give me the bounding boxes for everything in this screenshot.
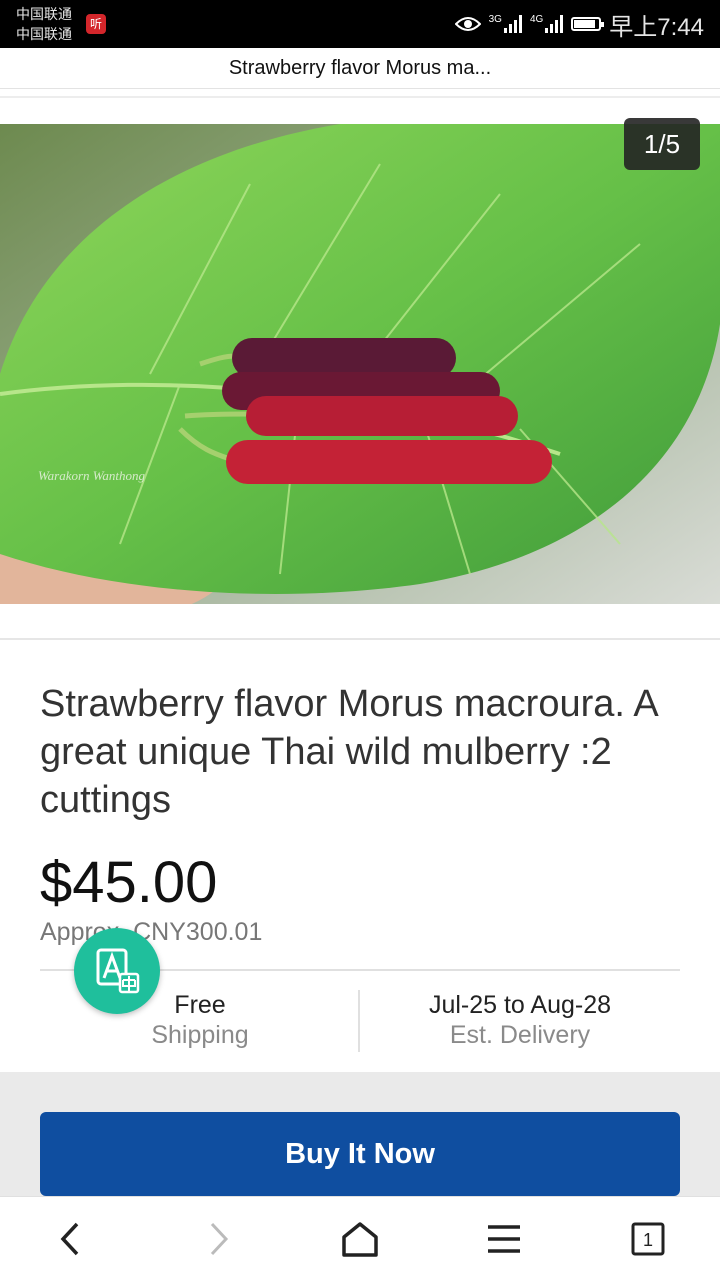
- signal-icon-2: 4G: [529, 14, 564, 33]
- delivery-info: Jul-25 to Aug-28 Est. Delivery: [360, 990, 680, 1050]
- photo-watermark: Warakorn Wanthong: [38, 468, 146, 483]
- translate-icon: [96, 948, 140, 994]
- status-icons: 3G 4G 早上7:44: [454, 8, 704, 41]
- browser-nav-bar: 1: [0, 1196, 720, 1281]
- carrier-label-1: 中国联通: [16, 6, 72, 22]
- divider: [0, 96, 720, 98]
- approx-price: Approx. CNY300.01: [40, 918, 263, 946]
- eye-icon: [454, 17, 481, 31]
- delivery-label: Est. Delivery: [449, 1021, 591, 1049]
- clock: 早上7:44: [609, 13, 704, 41]
- back-button[interactable]: [48, 1215, 96, 1263]
- forward-button[interactable]: [193, 1215, 241, 1263]
- home-button[interactable]: [336, 1215, 384, 1263]
- menu-icon: [488, 1225, 520, 1253]
- product-price: $45.00: [40, 850, 218, 915]
- divider: [0, 638, 720, 640]
- forward-icon: [210, 1222, 229, 1256]
- network-type-2: 4G: [529, 14, 544, 25]
- mulberry-photo: Warakorn Wanthong: [0, 124, 720, 604]
- shipping-label: Shipping: [151, 1021, 249, 1049]
- delivery-dates: Jul-25 to Aug-28: [428, 991, 612, 1019]
- menu-button[interactable]: [480, 1215, 528, 1263]
- tabs-button[interactable]: 1: [624, 1215, 672, 1263]
- back-icon: [60, 1222, 79, 1256]
- carrier-label-2: 中国联通: [16, 26, 72, 42]
- network-type-1: 3G: [488, 14, 502, 25]
- status-bar: 中国联通 中国联通 听 3G 4G 早上7:44: [0, 0, 720, 48]
- home-icon: [342, 1222, 378, 1257]
- listen-app-icon: 听: [86, 14, 106, 34]
- tabs-icon: 1: [631, 1222, 665, 1256]
- page-title: Strawberry flavor Morus ma...: [0, 48, 720, 89]
- buy-it-now-button[interactable]: Buy It Now: [40, 1112, 680, 1196]
- product-title: Strawberry flavor Morus macroura. A grea…: [40, 683, 657, 821]
- image-counter: 1/5: [624, 118, 700, 170]
- product-image[interactable]: Warakorn Wanthong: [0, 124, 720, 604]
- translate-button[interactable]: [74, 928, 160, 1014]
- battery-icon: [571, 17, 605, 31]
- signal-icon-1: 3G: [489, 15, 522, 33]
- tab-count: 1: [643, 1230, 653, 1250]
